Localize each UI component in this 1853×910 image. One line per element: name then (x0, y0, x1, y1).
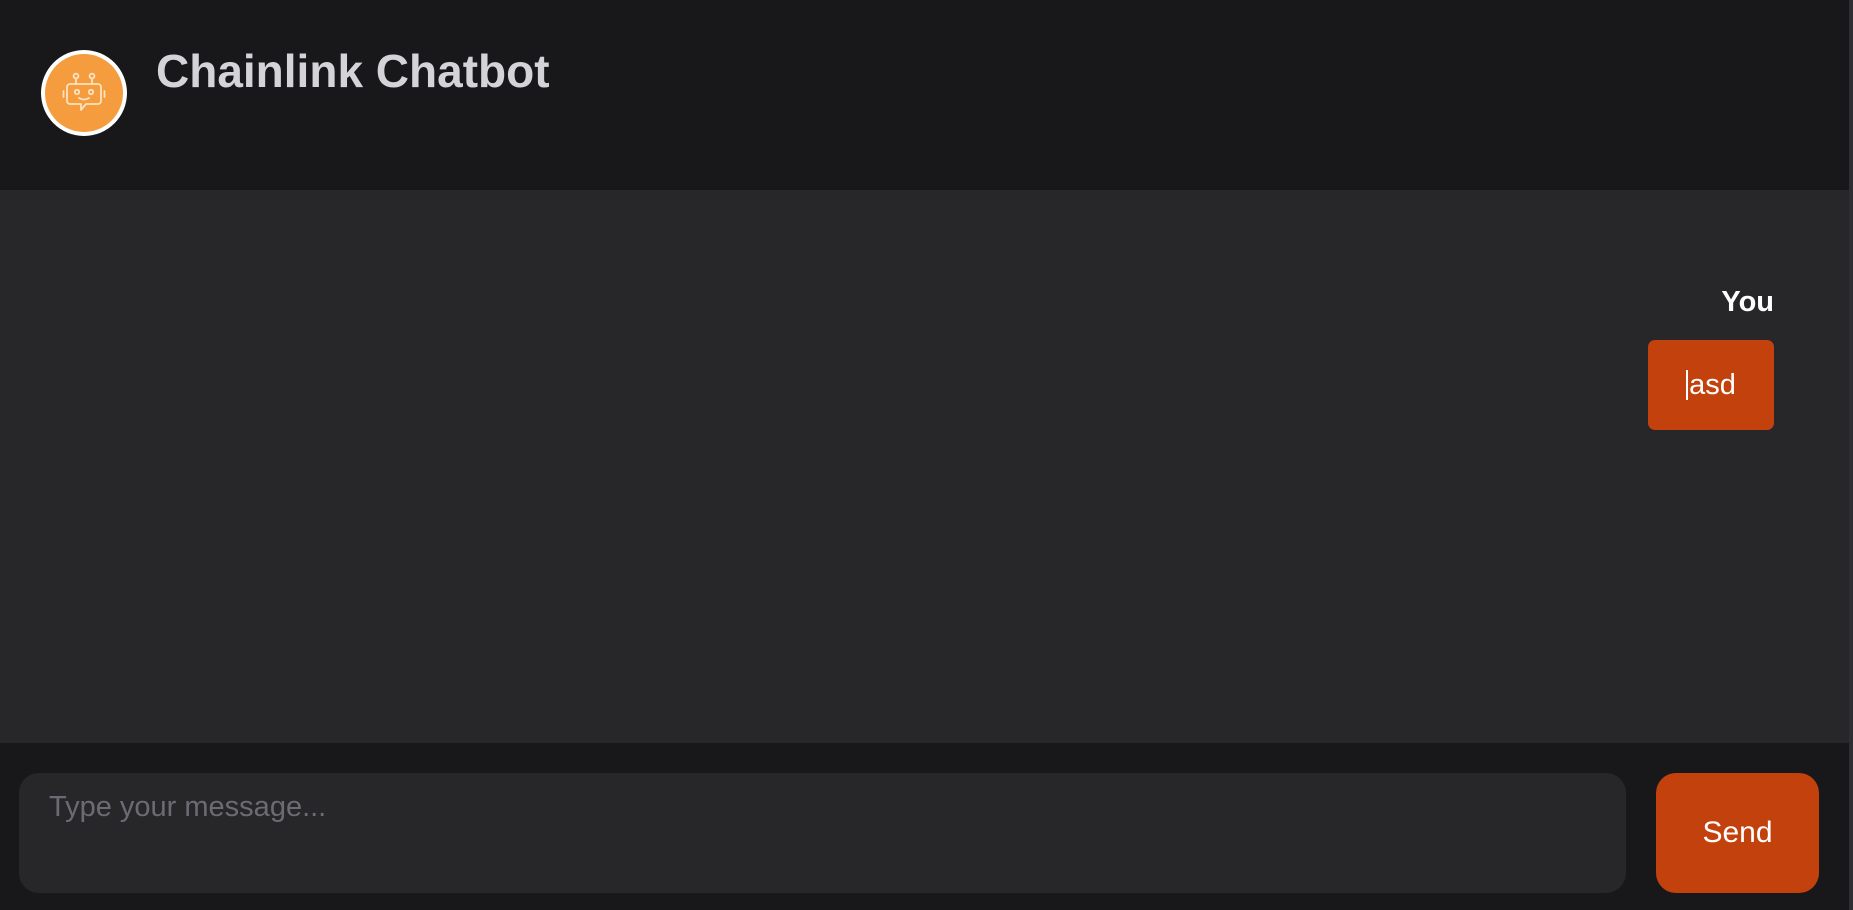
app-header: Chainlink Chatbot (0, 0, 1849, 190)
message-input[interactable] (19, 773, 1626, 893)
text-caret (1686, 370, 1689, 400)
chat-messages-area: You asd (0, 190, 1849, 743)
bot-avatar (41, 50, 127, 136)
message-sender-label: You (1721, 286, 1774, 318)
robot-icon (45, 54, 123, 132)
send-button[interactable]: Send (1656, 773, 1819, 893)
chat-app: Chainlink Chatbot You asd Send (0, 0, 1853, 910)
message-text: asd (1689, 368, 1736, 401)
user-message-bubble: asd (1648, 340, 1774, 430)
scrollbar[interactable] (1849, 0, 1853, 910)
message-composer: Send (0, 743, 1849, 910)
page-title: Chainlink Chatbot (156, 45, 550, 97)
